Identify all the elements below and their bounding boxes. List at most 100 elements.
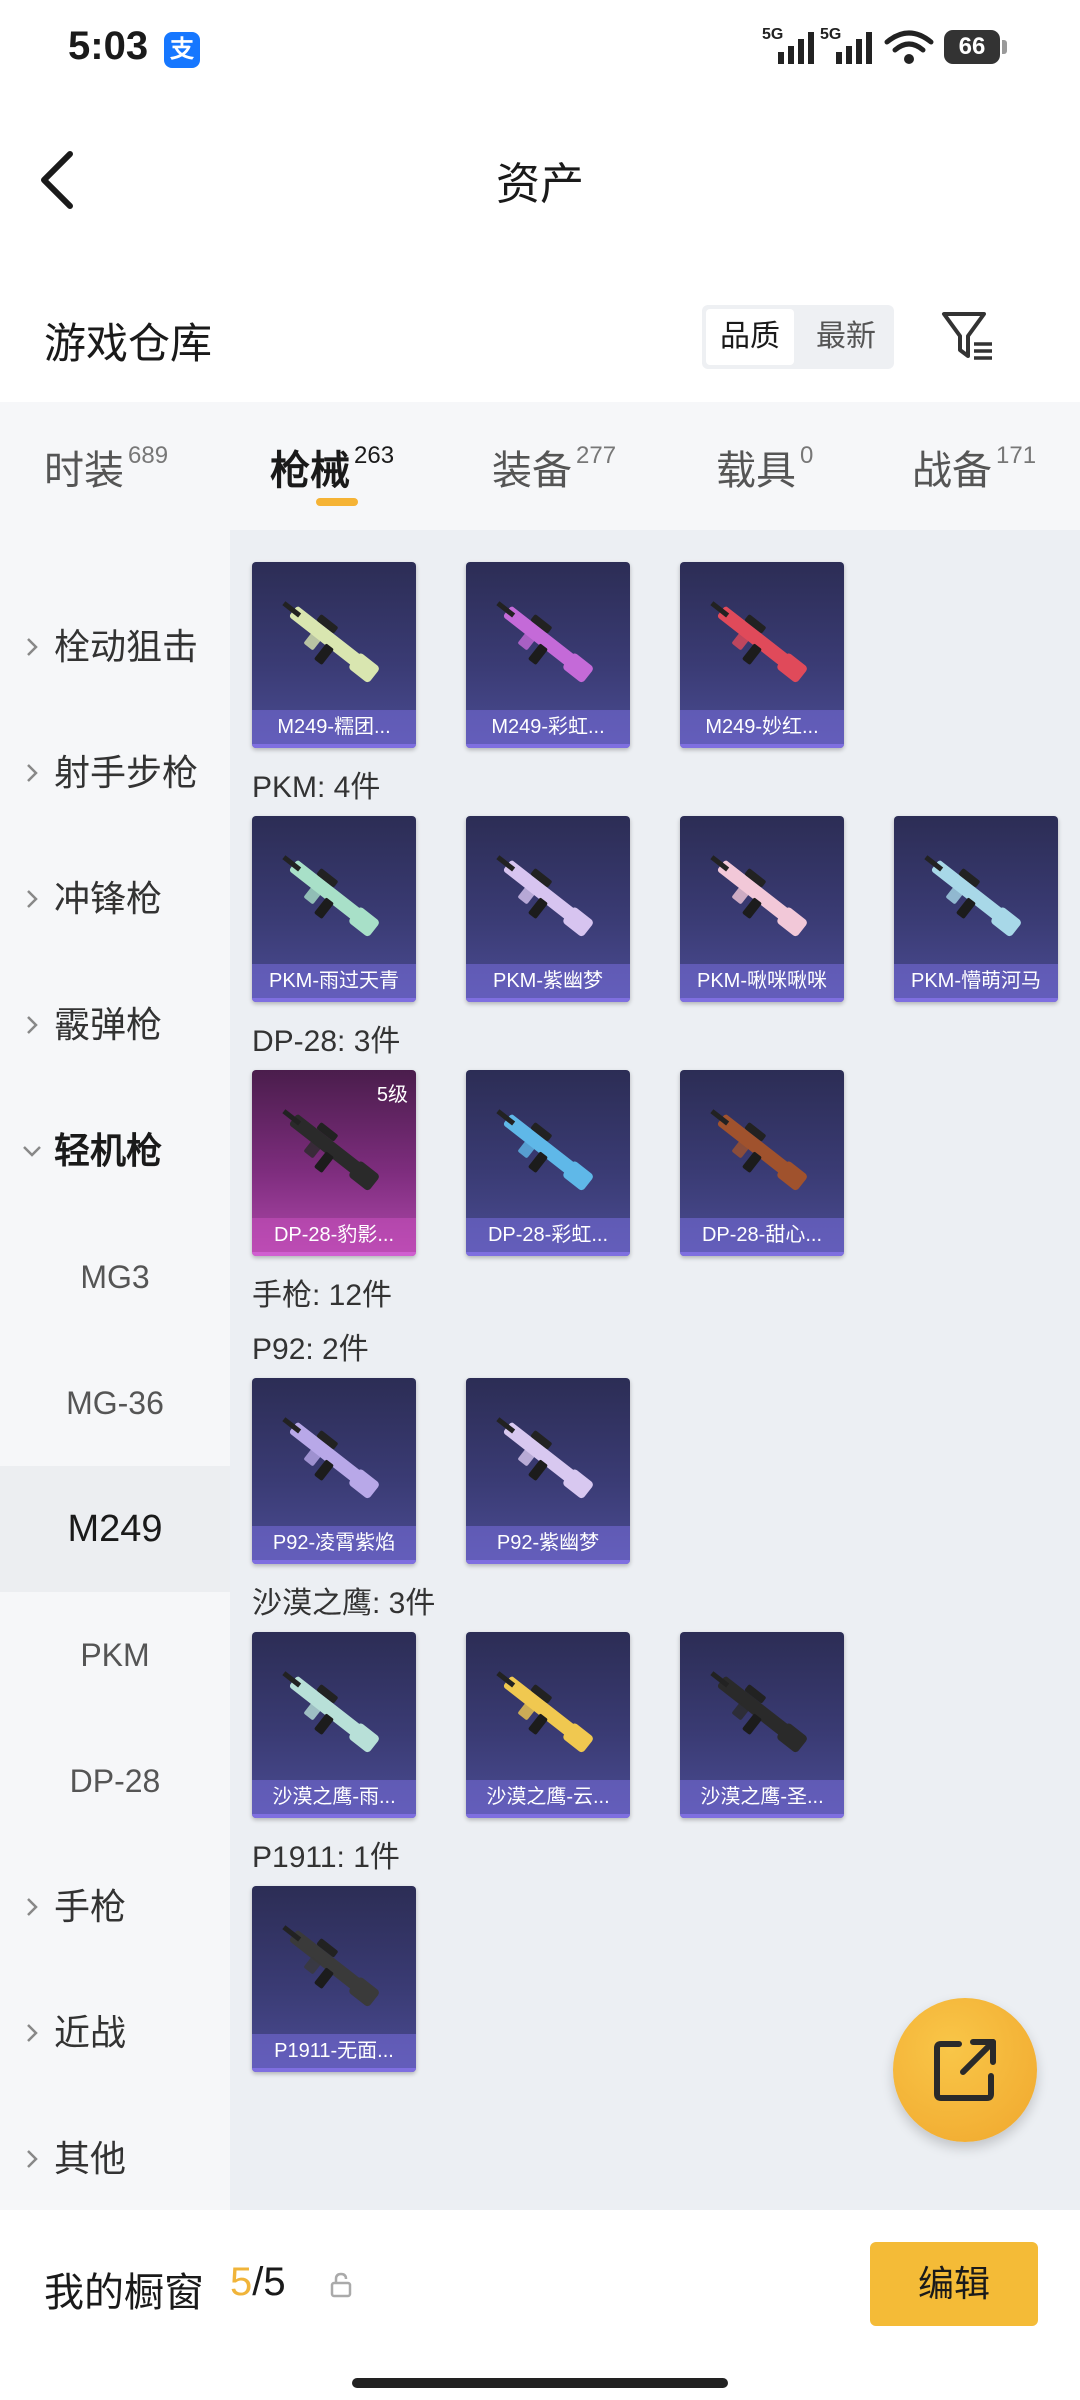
home-indicator [352,2378,728,2388]
active-tab-indicator [316,498,358,506]
tab-vehicles[interactable]: 载具 0 [716,438,813,498]
external-link-icon [934,2039,996,2101]
weapon-skin-icon [496,1671,593,1753]
sidebar-item-smg[interactable]: 冲锋枪 [0,836,230,962]
sidebar-sub-mg36[interactable]: MG-36 [0,1340,230,1466]
category-tabs: 时装 689 枪械 263 装备 277 载具 0 战备 171 [0,402,1080,530]
filter-icon [942,312,992,360]
weapon-skin-icon [282,1925,379,2007]
item-name: M249-彩虹... [491,716,605,738]
weapon-skin-icon [710,1671,807,1753]
item-card[interactable]: P92-紫幽梦 [466,1378,630,1564]
sort-quality-button[interactable]: 品质 [706,309,794,365]
weapon-skin-icon [282,1417,379,1499]
group-label: P92: 2件 [252,1333,369,1366]
item-name: PKM-懵萌河马 [911,970,1041,992]
chevron-right-icon [27,890,38,908]
chevron-right-icon [27,764,38,782]
item-card[interactable]: 5级 DP-28-豹影... [252,1070,416,1256]
item-name: PKM-雨过天青 [269,970,399,992]
item-card[interactable]: P1911-无面... [252,1886,416,2072]
tab-equipment[interactable]: 装备 277 [492,438,616,498]
group-label: 手枪: 12件 [252,1279,393,1312]
item-grid: M249-糯团... M249-彩虹... M249-妙红... PKM: 4件 PKM… [230,530,1080,2210]
weapon-skin-icon [924,855,1021,937]
sidebar-item-marksman-rifle[interactable]: 射手步枪 [0,710,230,836]
weapon-skin-icon [710,601,807,683]
filter-button[interactable] [940,308,996,364]
group-label: P1911: 1件 [252,1841,400,1874]
item-card[interactable]: M249-彩虹... [466,562,630,748]
tab-supplies[interactable]: 战备 171 [912,438,1036,498]
item-name: P92-凌霄紫焰 [272,1532,396,1554]
item-card[interactable]: PKM-啾咪啾咪 [680,816,844,1002]
item-name: DP-28-甜心... [701,1224,823,1246]
weapon-skin-icon [496,855,593,937]
level-badge: 5级 [376,1084,408,1106]
item-name: P1911-无面... [274,2040,394,2062]
item-name: 沙漠之鹰-雨... [272,1786,396,1808]
group-label: 沙漠之鹰: 3件 [252,1587,436,1620]
sidebar-item-shotgun[interactable]: 霰弹枪 [0,962,230,1088]
sort-newest-button[interactable]: 最新 [802,309,890,365]
item-card[interactable]: DP-28-甜心... [680,1070,844,1256]
chevron-right-icon [27,638,38,656]
item-name: 沙漠之鹰-云... [486,1786,610,1808]
wifi-icon [884,30,934,64]
sidebar-sub-m249[interactable]: M249 [0,1466,230,1592]
item-card[interactable]: PKM-懵萌河马 [894,816,1058,1002]
item-card[interactable]: 沙漠之鹰-雨... [252,1632,416,1818]
sidebar-item-bolt-action-sniper[interactable]: 栓动狙击 [0,584,230,710]
weapon-skin-icon [496,1109,593,1191]
tab-fashion[interactable]: 时装 689 [44,438,168,498]
item-name: 沙漠之鹰-圣... [700,1786,824,1808]
sidebar-sub-mg3[interactable]: MG3 [0,1214,230,1340]
weapon-skin-icon [282,855,379,937]
chevron-right-icon [27,2150,38,2168]
item-name: DP-28-彩虹... [487,1224,609,1246]
bottom-bar: 我的橱窗 5/5 编辑 [0,2210,1080,2400]
weapon-skin-icon [282,1109,379,1191]
weapon-skin-icon [710,855,807,937]
item-card[interactable]: DP-28-彩虹... [466,1070,630,1256]
chevron-right-icon [27,1016,38,1034]
sidebar-item-other[interactable]: 其他 [0,2096,230,2222]
item-name: P92-紫幽梦 [496,1532,600,1554]
weapon-skin-icon [282,1671,379,1753]
showcase-label: 我的橱窗 [44,2271,204,2315]
sidebar-item-lmg[interactable]: 轻机枪 [0,1088,230,1214]
sidebar: 栓动狙击 射手步枪 冲锋枪 霰弹枪 轻机枪 MG3 MG-36 M249 PKM… [0,530,230,2210]
chevron-right-icon [27,2024,38,2042]
item-card[interactable]: 沙漠之鹰-云... [466,1632,630,1818]
item-card[interactable]: P92-凌霄紫焰 [252,1378,416,1564]
sort-toggle: 品质 最新 [702,305,894,369]
alipay-icon: 支 [164,32,200,68]
sidebar-sub-pkm[interactable]: PKM [0,1592,230,1718]
item-name: M249-糯团... [277,716,391,738]
weapon-skin-icon [496,601,593,683]
chevron-down-icon [23,1146,41,1157]
item-card[interactable]: M249-妙红... [680,562,844,748]
group-label: PKM: 4件 [252,771,381,804]
tab-firearms[interactable]: 枪械 263 [270,438,394,498]
sidebar-item-pistol[interactable]: 手枪 [0,1844,230,1970]
lock-icon[interactable] [326,2270,356,2300]
item-card[interactable]: PKM-紫幽梦 [466,816,630,1002]
share-fab-button[interactable] [893,1998,1037,2142]
weapon-skin-icon [282,601,379,683]
page-title: 资产 [496,160,584,209]
edit-button[interactable]: 编辑 [870,2242,1038,2326]
chevron-right-icon [27,1898,38,1916]
item-card[interactable]: PKM-雨过天青 [252,816,416,1002]
item-card[interactable]: M249-糯团... [252,562,416,748]
sidebar-item-melee[interactable]: 近战 [0,1970,230,2096]
sidebar-sub-dp28[interactable]: DP-28 [0,1718,230,1844]
item-name: PKM-紫幽梦 [493,970,603,992]
warehouse-title: 游戏仓库 [44,320,213,367]
weapon-skin-icon [710,1109,807,1191]
weapon-skin-icon [496,1417,593,1499]
status-time: 5:03 [68,24,149,68]
battery-tip [1002,40,1007,54]
item-name: PKM-啾咪啾咪 [697,970,827,992]
item-card[interactable]: 沙漠之鹰-圣... [680,1632,844,1818]
